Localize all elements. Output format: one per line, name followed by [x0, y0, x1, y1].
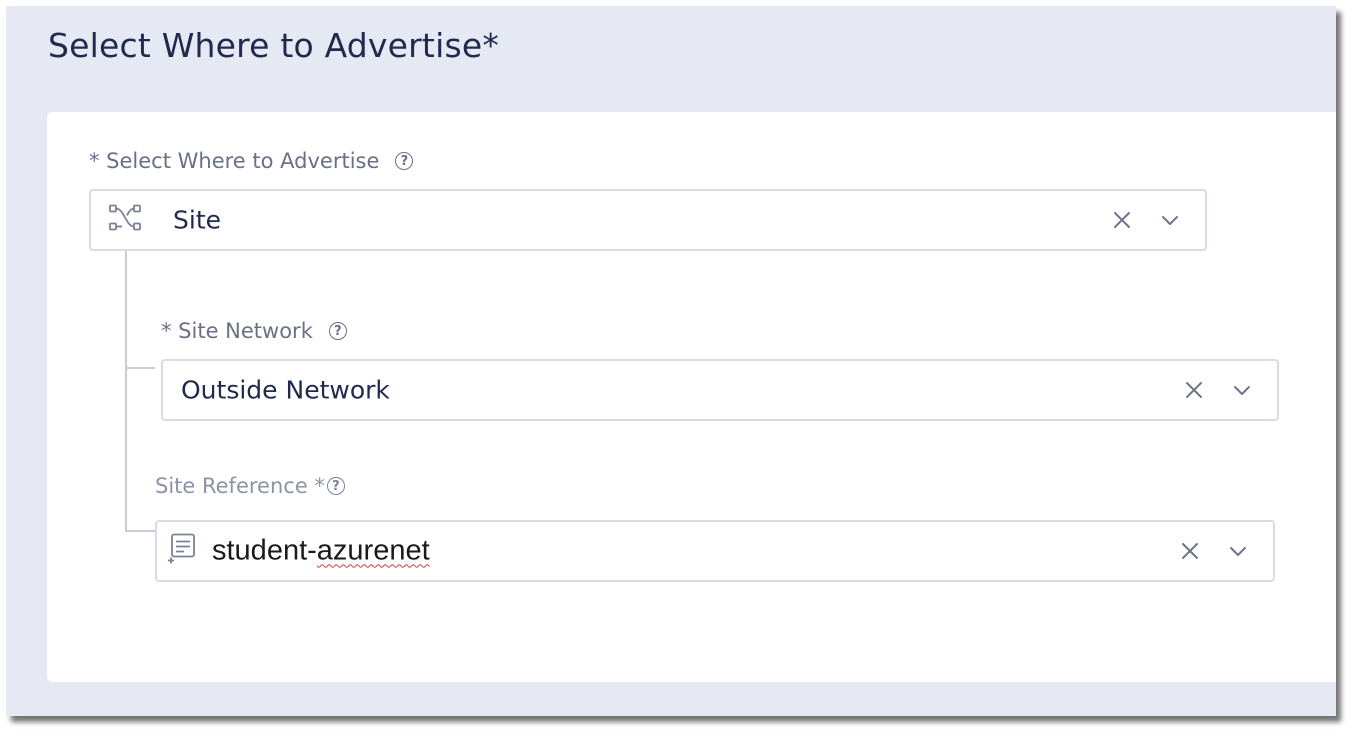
site-reference-label-row: Site Reference * ? — [155, 474, 345, 498]
site-reference-chevron-down-icon[interactable] — [1227, 540, 1249, 562]
site-network-clear-icon[interactable] — [1183, 379, 1205, 401]
advertise-help-icon[interactable]: ? — [395, 152, 414, 170]
site-network-value: Outside Network — [181, 375, 390, 405]
advertise-card: * Select Where to Advertise ? Site * Sit… — [47, 112, 1336, 682]
section-title: Select Where to Advertise* — [48, 26, 500, 65]
site-reference-value-misspelled: azurenet — [316, 534, 430, 567]
site-reference-clear-icon[interactable] — [1179, 540, 1201, 562]
advertise-chevron-down-icon[interactable] — [1159, 209, 1181, 231]
site-reference-value: student-azurenet — [212, 535, 430, 568]
site-network-chevron-down-icon[interactable] — [1231, 379, 1253, 401]
advertise-label: * Select Where to Advertise — [89, 149, 380, 173]
advertise-label-row: * Select Where to Advertise ? — [89, 149, 414, 173]
advertise-select[interactable]: Site — [89, 189, 1207, 251]
advertise-section: Select Where to Advertise* * Select Wher… — [6, 6, 1336, 716]
site-reference-select[interactable]: student-azurenet — [155, 520, 1275, 582]
site-topology-icon — [108, 203, 142, 238]
advertise-value: Site — [173, 205, 221, 235]
site-reference-label: Site Reference * — [155, 474, 325, 498]
reference-list-icon — [165, 532, 199, 571]
site-reference-value-prefix: student- — [212, 534, 317, 567]
tree-connector-vertical — [125, 251, 127, 532]
site-network-help-icon[interactable]: ? — [328, 322, 347, 340]
tree-connector-reference — [125, 530, 155, 532]
tree-connector-network — [125, 367, 155, 369]
site-network-select[interactable]: Outside Network — [161, 359, 1279, 421]
site-reference-help-icon[interactable]: ? — [326, 477, 345, 495]
advertise-clear-icon[interactable] — [1111, 209, 1133, 231]
site-network-label: * Site Network — [161, 319, 313, 343]
site-network-label-row: * Site Network ? — [161, 319, 347, 343]
